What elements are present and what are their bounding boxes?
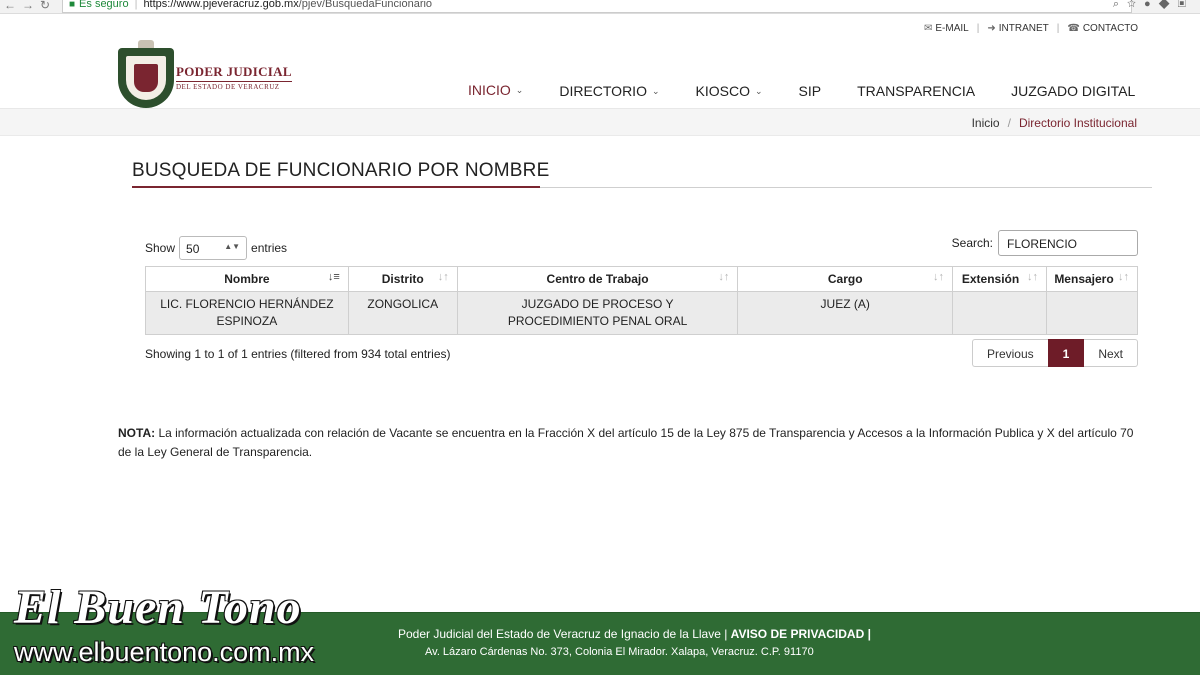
sort-desc-icon: ↓≡	[327, 271, 340, 283]
previous-button[interactable]: Previous	[971, 339, 1048, 367]
nav-item-juzgado-digital[interactable]: JUZGADO DIGITAL	[993, 82, 1153, 110]
search-label: Search:	[951, 236, 993, 250]
chevron-down-icon: ⌄	[651, 85, 660, 96]
table-row[interactable]: LIC. FLORENCIO HERNÁNDEZ ESPINOZA ZONGOL…	[145, 291, 1138, 335]
nav-item-directorio[interactable]: DIRECTORIO ⌄	[541, 82, 677, 110]
secure-label: Es seguro	[79, 0, 129, 10]
sort-icon: ↓↑	[1118, 271, 1129, 283]
phone-icon: ☎	[1067, 23, 1080, 34]
cell-centro-de-trabajo: JUZGADO DE PROCESO Y PROCEDIMIENTO PENAL…	[456, 291, 739, 335]
privacy-notice-link[interactable]: AVISO DE PRIVACIDAD |	[731, 627, 871, 641]
chevron-down-icon: ⌄	[754, 85, 763, 96]
note-text: La información actualizada con relación …	[118, 426, 1134, 459]
watermark: El Buen Tono www.elbuentono.com.mx	[14, 584, 314, 668]
search-input[interactable]: FLORENCIO	[998, 230, 1138, 256]
breadcrumb-home[interactable]: Inicio	[972, 116, 1000, 130]
page-title: BUSQUEDA DE FUNCIONARIO POR NOMBRE	[132, 160, 550, 181]
select-arrows-icon: ▲▼	[224, 242, 241, 251]
page-1-button[interactable]: 1	[1047, 339, 1085, 367]
cell-mensajero	[1046, 291, 1138, 335]
title-accent-bar	[132, 186, 540, 188]
entries-select[interactable]: 50 ▲▼	[179, 236, 248, 260]
column-header-centro-de-trabajo[interactable]: Centro de Trabajo ↓↑	[456, 266, 739, 292]
show-label: Show	[145, 241, 176, 255]
breadcrumb: Inicio / Directorio Institucional	[972, 116, 1137, 130]
main-nav: INICIO ⌄ DIRECTORIO ⌄ KIOSCO ⌄ SIP TRANSPAR…	[450, 82, 1153, 110]
sort-icon: ↓↑	[437, 271, 449, 283]
footer-address: Av. Lázaro Cárdenas No. 373, Colonia El …	[425, 646, 814, 658]
watermark-title: El Buen Tono	[14, 581, 302, 634]
nav-item-inicio[interactable]: INICIO ⌄	[450, 82, 542, 110]
table-info: Showing 1 to 1 of 1 entries (filtered fr…	[145, 347, 451, 361]
sort-icon: ↓↑	[718, 271, 730, 283]
login-icon: ➜	[987, 23, 996, 34]
column-header-extension[interactable]: Extensión ↓↑	[952, 266, 1047, 292]
entries-length-control: Show 50 ▲▼ entries	[145, 236, 287, 260]
sort-icon: ↓↑	[1027, 271, 1038, 283]
browser-nav-buttons[interactable]: ←→↻	[4, 0, 56, 12]
address-bar[interactable]: ■ Es seguro | https://www.pjeveracruz.gob.m…	[62, 0, 1132, 13]
breadcrumb-current[interactable]: Directorio Institucional	[1019, 116, 1137, 130]
chevron-down-icon: ⌄	[515, 84, 524, 95]
top-links: ✉ E-MAIL | ➜ INTRANET | ☎ CONTACTO	[924, 23, 1138, 34]
funcionarios-table: Nombre ↓≡ Distrito ↓↑ Centro de Trabajo ↓↑ …	[145, 266, 1138, 335]
footer-line-1: Poder Judicial del Estado de Veracruz de…	[398, 627, 871, 641]
column-header-nombre[interactable]: Nombre ↓≡	[145, 266, 349, 292]
url-path: /pjev/BusquedaFuncionario	[298, 0, 433, 10]
site-logo[interactable]: PODER JUDICIAL DEL ESTADO DE VERACRUZ	[118, 40, 292, 108]
cell-cargo: JUEZ (A)	[737, 291, 954, 335]
column-header-cargo[interactable]: Cargo ↓↑	[737, 266, 954, 292]
transparency-note: NOTA: La información actualizada con rel…	[118, 424, 1138, 462]
column-header-distrito[interactable]: Distrito ↓↑	[347, 266, 458, 292]
cell-extension	[952, 291, 1047, 335]
email-link[interactable]: ✉ E-MAIL	[924, 23, 969, 34]
url-host: https://www.pjeveracruz.gob.mx	[143, 0, 299, 10]
nav-item-sip[interactable]: SIP	[781, 82, 840, 110]
sort-icon: ↓↑	[933, 271, 945, 283]
entries-label: entries	[251, 241, 288, 255]
nav-item-transparencia[interactable]: TRANSPARENCIA	[839, 82, 993, 110]
next-button[interactable]: Next	[1084, 339, 1138, 367]
contacto-link[interactable]: ☎ CONTACTO	[1067, 23, 1138, 34]
cell-distrito: ZONGOLICA	[347, 291, 458, 335]
nav-item-kiosco[interactable]: KIOSCO ⌄	[678, 82, 781, 110]
shield-emblem-icon	[118, 40, 174, 108]
envelope-icon: ✉	[924, 23, 933, 34]
intranet-link[interactable]: ➜ INTRANET	[987, 23, 1048, 34]
watermark-url: www.elbuentono.com.mx	[14, 637, 315, 667]
table-header-row: Nombre ↓≡ Distrito ↓↑ Centro de Trabajo ↓↑ …	[145, 266, 1138, 292]
lock-icon: ■	[69, 0, 76, 10]
column-header-mensajero[interactable]: Mensajero ↓↑	[1046, 266, 1138, 292]
pagination: Previous 1 Next	[971, 339, 1138, 367]
browser-extension-icons[interactable]: ⌕☆●◆▣	[1113, 0, 1194, 11]
breadcrumb-separator: /	[1007, 116, 1011, 130]
browser-toolbar: ←→↻ ■ Es seguro | https://www.pjeveracruz.g…	[0, 0, 1200, 14]
table-search: Search: FLORENCIO	[952, 230, 1138, 256]
note-label: NOTA:	[118, 426, 156, 440]
cell-nombre: LIC. FLORENCIO HERNÁNDEZ ESPINOZA	[145, 291, 349, 335]
logo-text: PODER JUDICIAL DEL ESTADO DE VERACRUZ	[176, 63, 292, 91]
